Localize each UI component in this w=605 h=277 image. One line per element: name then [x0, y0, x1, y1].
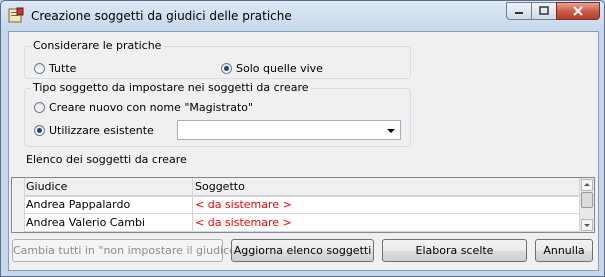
window-title: Creazione soggetti da giudici delle prat… — [31, 9, 292, 23]
cell-giudice[interactable]: Andrea Valerio Cambi — [24, 214, 193, 232]
maximize-button[interactable] — [531, 2, 557, 20]
app-icon — [8, 7, 24, 23]
radio-utilizzare-esistente[interactable] — [34, 125, 45, 136]
vertical-scrollbar[interactable] — [579, 178, 594, 232]
cell-soggetto[interactable]: < da sistemare > — [193, 214, 582, 232]
title-bar[interactable]: Creazione soggetti da giudici delle prat… — [1, 1, 604, 31]
cell-soggetto[interactable]: < da sistemare > — [193, 196, 582, 214]
minimize-icon — [515, 12, 523, 14]
dialog-window: Creazione soggetti da giudici delle prat… — [0, 0, 605, 277]
list-label: Elenco dei soggetti da creare — [26, 153, 187, 166]
column-header-giudice[interactable]: Giudice — [24, 178, 193, 196]
scroll-thumb[interactable] — [581, 192, 593, 208]
group-tipo-label: Tipo soggetto da impostare nei soggetti … — [31, 81, 311, 94]
cell-giudice[interactable]: Andrea Pappalardo — [24, 196, 193, 214]
radio-utilizzare-esistente-label[interactable]: Utilizzare esistente — [49, 124, 154, 137]
radio-tutte-label[interactable]: Tutte — [49, 62, 76, 75]
radio-tutte[interactable] — [34, 63, 45, 74]
dialog-client-area: Considerare le pratiche Tutte Solo quell… — [8, 31, 599, 271]
scroll-up-button[interactable] — [581, 179, 593, 191]
refresh-list-button[interactable]: Aggiorna elenco soggetti — [231, 239, 374, 262]
radio-creare-nuovo-label[interactable]: Creare nuovo con nome "Magistrato" — [49, 101, 253, 114]
group-considerare-pratiche: Considerare le pratiche Tutte Solo quell… — [24, 39, 411, 79]
chevron-down-icon[interactable] — [387, 129, 395, 133]
process-button[interactable]: Elabora scelte — [382, 239, 527, 262]
column-header-soggetto[interactable]: Soggetto — [193, 178, 582, 196]
maximize-icon — [539, 6, 549, 15]
group-pratiche-label: Considerare le pratiche — [31, 39, 164, 52]
soggetti-grid[interactable]: Giudice Soggetto Andrea Pappalardo < da … — [11, 177, 595, 233]
radio-solo-vive-label[interactable]: Solo quelle vive — [236, 62, 323, 75]
minimize-button[interactable] — [506, 2, 532, 20]
close-button[interactable] — [556, 2, 600, 20]
radio-creare-nuovo[interactable] — [34, 102, 45, 113]
close-icon — [573, 6, 583, 16]
tipo-soggetto-combo[interactable] — [177, 120, 401, 140]
scroll-down-button[interactable] — [581, 219, 593, 231]
radio-solo-vive[interactable] — [221, 63, 232, 74]
grid-header: Giudice Soggetto — [12, 178, 582, 197]
change-all-button[interactable]: Cambia tutti in "non impostare il giudic… — [12, 239, 241, 262]
cancel-button[interactable]: Annulla — [535, 239, 593, 262]
